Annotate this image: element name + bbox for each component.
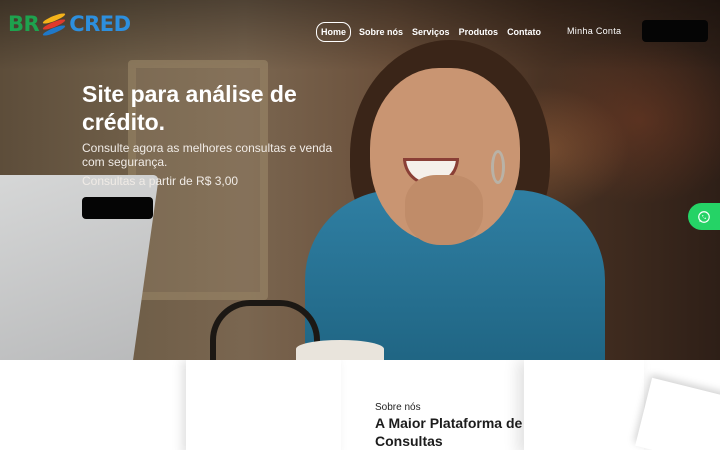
about-title: A Maior Plataforma de Consultas: [375, 415, 523, 449]
header-cta-button[interactable]: [642, 20, 708, 42]
whatsapp-icon: [698, 210, 710, 223]
main-nav: Home Sobre nós Serviços Produtos Contato: [316, 22, 546, 42]
logo-swoosh-icon: [40, 11, 68, 38]
hero-coffee-cup: [296, 340, 384, 360]
about-card-left: [186, 360, 341, 450]
logo-text-cred: CRED: [69, 12, 131, 36]
minha-conta-link[interactable]: Minha Conta: [567, 26, 621, 36]
nav-link-sobre-nos[interactable]: Sobre nós: [355, 23, 407, 41]
about-eyebrow: Sobre nós: [375, 402, 421, 413]
about-section: Sobre nós A Maior Plataforma de Consulta…: [0, 360, 720, 450]
hero-person-hand: [405, 175, 483, 245]
whatsapp-button[interactable]: [688, 203, 720, 230]
hero-subtitle: Consulte agora as melhores consultas e v…: [82, 141, 333, 169]
nav-link-produtos[interactable]: Produtos: [455, 23, 503, 41]
nav-link-servicos[interactable]: Serviços: [408, 23, 454, 41]
logo-text-br: BR: [8, 12, 40, 36]
hero-price-text: Consultas a partir de R$ 3,00: [82, 174, 239, 188]
brand-logo[interactable]: BR CRED: [8, 10, 131, 38]
nav-link-home[interactable]: Home: [316, 22, 352, 42]
decorative-paper-corner: [635, 377, 720, 450]
nav-link-contato[interactable]: Contato: [503, 23, 545, 41]
hero-person-earring: [491, 150, 505, 184]
hero-title: Site para análise de crédito.: [82, 81, 297, 135]
hero-cta-button[interactable]: [82, 197, 153, 219]
